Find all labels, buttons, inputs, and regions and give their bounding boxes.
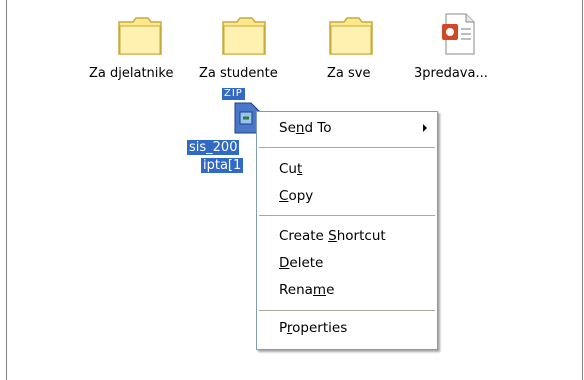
menu-separator xyxy=(259,147,435,148)
powerpoint-file-icon[interactable] xyxy=(440,12,480,56)
context-menu-delete[interactable]: Delete xyxy=(257,252,437,276)
context-menu-rename[interactable]: Rename xyxy=(257,279,437,303)
folder-icon[interactable] xyxy=(221,14,267,56)
folder-icon[interactable] xyxy=(117,14,163,56)
submenu-arrow-icon xyxy=(423,124,427,132)
menu-separator xyxy=(259,310,435,311)
selected-file-label-line1: sis_200 xyxy=(187,140,240,155)
context-menu-copy[interactable]: Copy xyxy=(257,185,437,209)
context-menu-send-to[interactable]: Send To xyxy=(257,116,437,140)
desktop-item-label[interactable]: Za studente xyxy=(199,66,278,81)
selected-file-label-line2: ipta[1 xyxy=(201,158,244,173)
folder-icon[interactable] xyxy=(328,14,374,56)
desktop-item-label[interactable]: Za djelatnike xyxy=(89,66,173,81)
menu-separator xyxy=(259,215,435,216)
zip-badge: ZIP xyxy=(222,88,245,100)
desktop-item-label[interactable]: 3predava... xyxy=(414,66,488,81)
context-menu-cut[interactable]: Cut xyxy=(257,158,437,182)
selected-file-label[interactable]: sis_200 ipta[1 xyxy=(187,139,244,175)
context-menu-properties[interactable]: Properties xyxy=(257,317,437,341)
context-menu: Send To Cut Copy Create Shortcut Delete … xyxy=(256,111,438,350)
desktop-item-label[interactable]: Za sve xyxy=(327,66,370,81)
context-menu-create-shortcut[interactable]: Create Shortcut xyxy=(257,225,437,249)
